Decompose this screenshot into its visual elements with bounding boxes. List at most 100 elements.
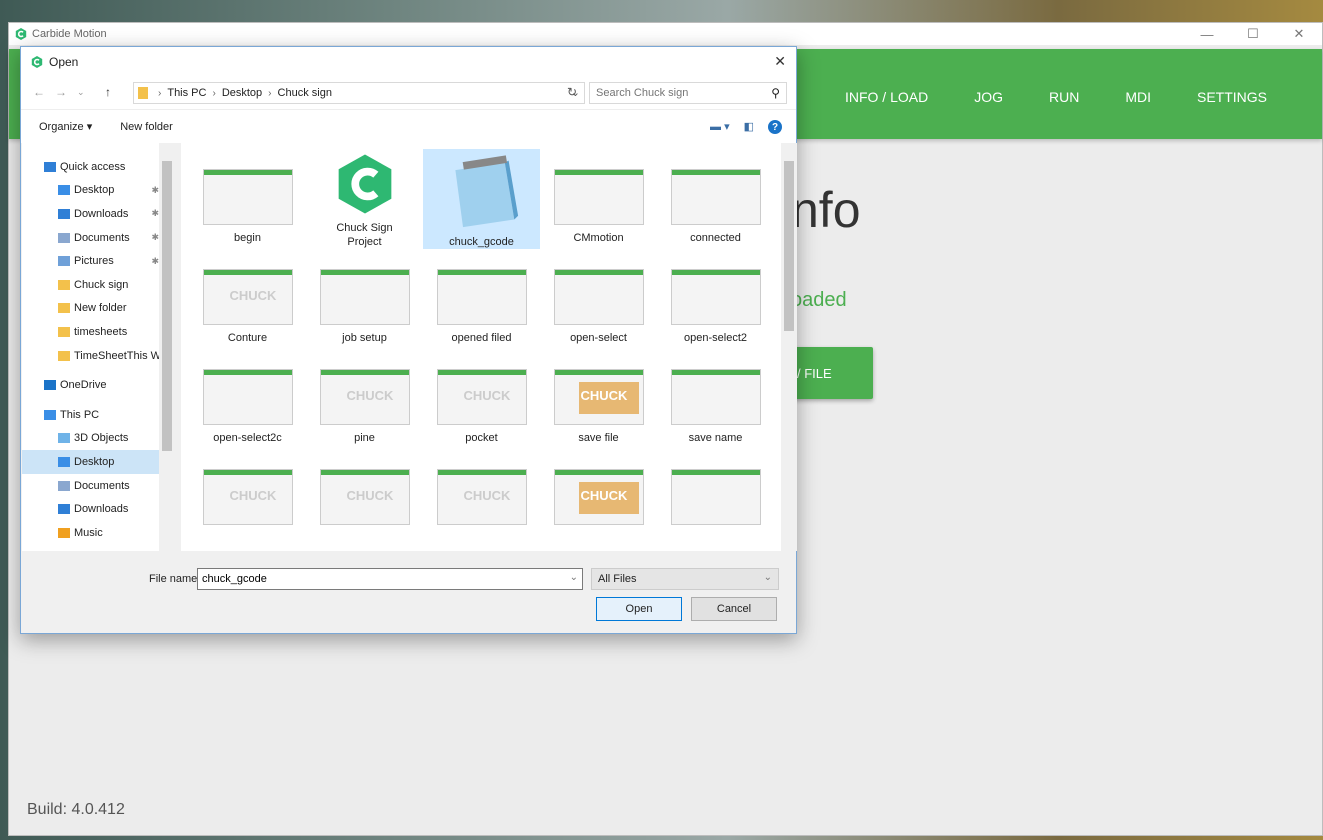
thumbnail bbox=[670, 469, 761, 525]
chevron-down-icon[interactable]: ⌄ bbox=[570, 572, 578, 583]
back-arrow-icon[interactable]: ← bbox=[33, 85, 45, 99]
nav-item[interactable]: Downloads bbox=[22, 497, 175, 521]
nav-scrollbar-thumb[interactable] bbox=[162, 161, 172, 451]
open-button[interactable]: Open bbox=[596, 597, 682, 621]
preview-pane-icon[interactable]: ◧ bbox=[744, 120, 754, 134]
maximize-button[interactable]: ☐ bbox=[1230, 23, 1276, 45]
file-item[interactable] bbox=[657, 449, 774, 549]
file-name: save file bbox=[578, 432, 619, 444]
thumbnail-header bbox=[320, 270, 409, 275]
folder-icon bbox=[58, 279, 70, 290]
thumbnail-header bbox=[671, 170, 760, 175]
file-item[interactable]: open-select2c bbox=[189, 349, 306, 449]
file-item[interactable]: open-select bbox=[540, 249, 657, 349]
file-item[interactable]: CMmotion bbox=[540, 149, 657, 249]
nav-item[interactable]: Quick access bbox=[22, 155, 175, 179]
breadcrumb-desktop[interactable]: Desktop bbox=[222, 87, 262, 99]
nav-item[interactable]: Desktop ✱ bbox=[22, 179, 175, 203]
file-item[interactable]: CHUCK pine bbox=[306, 349, 423, 449]
nav-item[interactable]: This PC bbox=[22, 403, 175, 427]
nav-item[interactable]: Downloads ✱ bbox=[22, 202, 175, 226]
file-view-scrollbar[interactable] bbox=[781, 143, 797, 551]
file-item[interactable]: CHUCK pocket bbox=[423, 349, 540, 449]
file-item[interactable]: CHUCK bbox=[306, 449, 423, 549]
file-type-select[interactable]: All Files ⌄ bbox=[591, 568, 779, 590]
address-bar[interactable]: › This PC › Desktop › Chuck sign ⌄ bbox=[133, 82, 585, 104]
nav-item[interactable]: Pictures ✱ bbox=[22, 249, 175, 273]
file-item[interactable]: Chuck Sign Project bbox=[306, 149, 423, 249]
file-item[interactable]: CHUCK bbox=[540, 449, 657, 549]
nav-item-label: Pictures bbox=[74, 255, 114, 268]
status-text: oaded bbox=[791, 289, 847, 311]
thumbnail bbox=[436, 269, 527, 325]
thumbnail: CHUCK bbox=[436, 369, 527, 425]
organize-button[interactable]: Organize ▾ bbox=[39, 120, 92, 133]
file-item[interactable]: open-select2 bbox=[657, 249, 774, 349]
nav-item[interactable]: TimeSheetThis W bbox=[22, 344, 175, 368]
refresh-icon[interactable]: ↻ bbox=[567, 85, 577, 99]
search-input[interactable] bbox=[596, 87, 756, 99]
file-item[interactable]: opened filed bbox=[423, 249, 540, 349]
file-item[interactable]: save name bbox=[657, 349, 774, 449]
nav-item[interactable]: Documents bbox=[22, 474, 175, 498]
view-options-icon[interactable]: ▬ ▾ bbox=[710, 120, 730, 134]
pin-icon: ✱ bbox=[151, 184, 159, 195]
dialog-close-button[interactable]: ✕ bbox=[774, 53, 786, 70]
nav-item[interactable]: Desktop bbox=[22, 450, 175, 474]
file-item[interactable]: CHUCK save file bbox=[540, 349, 657, 449]
pin-icon: ✱ bbox=[151, 232, 159, 243]
file-scrollbar-thumb[interactable] bbox=[784, 161, 794, 331]
minimize-button[interactable]: — bbox=[1184, 23, 1230, 45]
file-item[interactable]: job setup bbox=[306, 249, 423, 349]
file-item[interactable]: CHUCK bbox=[423, 449, 540, 549]
recent-dropdown-icon[interactable]: ⌄ bbox=[77, 87, 85, 98]
nav-item[interactable]: timesheets bbox=[22, 320, 175, 344]
nav-item[interactable]: New folder bbox=[22, 297, 175, 321]
nav-item-label: timesheets bbox=[74, 325, 128, 338]
thumbnail-header bbox=[320, 470, 409, 475]
breadcrumb-chuck-sign[interactable]: Chuck sign bbox=[278, 87, 332, 99]
file-item[interactable]: chuck_gcode bbox=[423, 149, 540, 249]
nav-info-load[interactable]: INFO / LOAD bbox=[822, 81, 951, 113]
file-name-input[interactable] bbox=[202, 573, 552, 585]
file-item[interactable]: begin bbox=[189, 149, 306, 249]
pin-icon: ✱ bbox=[151, 208, 159, 219]
nav-settings[interactable]: SETTINGS bbox=[1174, 81, 1290, 113]
file-name: pine bbox=[354, 432, 375, 444]
navigation-pane: Quick access Desktop ✱ Downloads ✱ Documents ✱… bbox=[22, 143, 175, 551]
nav-item[interactable]: Chuck sign bbox=[22, 273, 175, 297]
documents-icon bbox=[58, 232, 70, 243]
nav-item[interactable]: OneDrive bbox=[22, 373, 175, 397]
help-icon[interactable]: ? bbox=[768, 120, 782, 134]
folder-blue-icon bbox=[58, 185, 70, 196]
close-button[interactable]: ✕ bbox=[1276, 23, 1322, 45]
new-folder-button[interactable]: New folder bbox=[120, 121, 173, 133]
file-name: begin bbox=[234, 232, 261, 244]
nav-item-label: OneDrive bbox=[60, 379, 107, 392]
nav-run[interactable]: RUN bbox=[1026, 81, 1102, 113]
file-item[interactable]: CHUCK bbox=[189, 449, 306, 549]
thumbnail-header bbox=[437, 470, 526, 475]
nav-item-label: 3D Objects bbox=[74, 432, 129, 445]
nav-item[interactable]: Documents ✱ bbox=[22, 226, 175, 250]
nav-item-label: Downloads bbox=[74, 503, 129, 516]
search-icon[interactable]: ⚲ bbox=[771, 86, 780, 100]
thumbnail-header bbox=[554, 370, 643, 375]
nav-item[interactable]: 3D Objects bbox=[22, 427, 175, 451]
forward-arrow-icon[interactable]: → bbox=[55, 85, 67, 99]
file-name-label: File name: bbox=[149, 573, 201, 585]
nav-mdi[interactable]: MDI bbox=[1102, 81, 1174, 113]
cancel-button[interactable]: Cancel bbox=[691, 597, 777, 621]
nav-scrollbar[interactable] bbox=[159, 143, 175, 551]
breadcrumb-this-pc[interactable]: This PC bbox=[167, 87, 206, 99]
nav-jog[interactable]: JOG bbox=[951, 81, 1026, 113]
thumbnail-header bbox=[203, 370, 292, 375]
nav-item[interactable]: Music bbox=[22, 521, 175, 545]
file-item[interactable]: CHUCK Conture bbox=[189, 249, 306, 349]
up-arrow-icon[interactable]: ↑ bbox=[105, 85, 111, 99]
file-item[interactable]: connected bbox=[657, 149, 774, 249]
folder-icon bbox=[58, 326, 70, 337]
file-name: open-select2 bbox=[684, 332, 747, 344]
nav-item-label: Desktop bbox=[74, 455, 115, 468]
search-box[interactable]: ⚲ bbox=[589, 82, 787, 104]
